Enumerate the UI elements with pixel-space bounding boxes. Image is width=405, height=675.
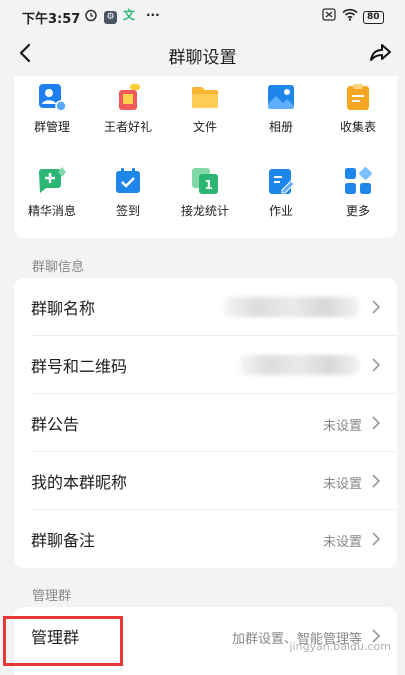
share-icon[interactable] — [369, 42, 393, 68]
group-manage-icon — [37, 82, 67, 112]
album-icon — [266, 82, 296, 112]
calendar-check-icon — [113, 166, 143, 196]
row-label: 群聊备注 — [31, 531, 96, 550]
row-label: 我的本群昵称 — [31, 473, 128, 492]
row-label: 群聊名称 — [31, 299, 96, 318]
no-sim-icon — [322, 8, 336, 24]
app-label: 精华消息 — [27, 204, 76, 218]
svg-text:1: 1 — [204, 178, 212, 192]
highlight-box — [3, 616, 123, 666]
relay-icon: 1 — [190, 166, 220, 196]
status-time: 下午3:57 — [22, 12, 81, 27]
translate-notification-icon: 文 — [123, 8, 136, 22]
section-title-manage: 管理群 — [32, 589, 72, 604]
gift-icon — [113, 82, 143, 112]
chevron-right-icon — [371, 531, 381, 551]
row-value: 未设置 — [322, 419, 362, 434]
app-relay-stats[interactable]: 1 接龙统计 — [167, 166, 243, 219]
app-collect-form[interactable]: 收集表 — [320, 82, 396, 135]
row-label: 群号和二维码 — [31, 357, 128, 376]
row-label: 群公告 — [31, 415, 80, 434]
row-group-number-qrcode[interactable]: 群号和二维码 — [14, 336, 397, 394]
alarm-icon — [84, 8, 98, 25]
app-label: 作业 — [268, 204, 293, 218]
homework-icon — [266, 166, 296, 196]
folder-icon — [190, 82, 220, 112]
chevron-right-icon — [371, 357, 381, 377]
row-group-name[interactable]: 群聊名称 — [14, 278, 397, 336]
app-files[interactable]: 文件 — [167, 82, 243, 135]
app-label: 接龙统计 — [180, 204, 229, 218]
grid-more-icon — [343, 166, 373, 196]
more-notifications-icon: ··· — [146, 8, 160, 22]
app-label: 王者好礼 — [103, 120, 152, 134]
app-essence-messages[interactable]: 精华消息 — [14, 166, 90, 219]
clipboard-icon — [343, 82, 373, 112]
app-notification-icon: ⚙ — [104, 8, 117, 24]
row-value: 未设置 — [322, 477, 362, 492]
status-bar: 下午3:57 ⚙ 文 ··· 80 — [0, 0, 405, 32]
section-title-group-info: 群聊信息 — [32, 260, 85, 275]
page-title: 群聊设置 — [168, 48, 237, 68]
app-label: 更多 — [345, 204, 370, 218]
battery-icon: 80 — [363, 8, 384, 24]
watermark-text: jingyan.baidu.com — [289, 640, 391, 653]
app-label: 签到 — [115, 204, 140, 218]
app-album[interactable]: 相册 — [243, 82, 319, 135]
app-label: 收集表 — [339, 120, 376, 134]
app-homework[interactable]: 作业 — [243, 166, 319, 219]
chat-gem-icon — [37, 166, 67, 196]
app-group-manage[interactable]: 群管理 — [14, 82, 90, 135]
chevron-right-icon — [371, 299, 381, 319]
row-group-announcement[interactable]: 群公告 未设置 — [14, 394, 397, 452]
chevron-right-icon — [371, 415, 381, 435]
row-group-remark[interactable]: 群聊备注 未设置 — [14, 510, 397, 568]
nav-bar: 群聊设置 — [0, 32, 405, 76]
app-checkin[interactable]: 签到 — [90, 166, 166, 219]
row-my-group-nickname[interactable]: 我的本群昵称 未设置 — [14, 452, 397, 510]
app-label: 文件 — [192, 120, 217, 134]
app-gift[interactable]: 王者好礼 — [90, 82, 166, 135]
redacted-value — [224, 297, 359, 317]
app-more[interactable]: 更多 — [320, 166, 396, 219]
redacted-value — [240, 355, 359, 375]
group-apps-panel: 群管理 王者好礼 文件 相册 收集表 精华消息 签到 1 接龙统计 作业 更多 — [14, 76, 397, 238]
row-value: 未设置 — [322, 535, 362, 550]
wifi-icon — [342, 8, 358, 24]
app-label: 群管理 — [33, 120, 70, 134]
chevron-right-icon — [371, 473, 381, 493]
app-label: 相册 — [268, 120, 293, 134]
group-info-card: 群聊名称 群号和二维码 群公告 未设置 我的本群昵称 未设置 群聊备注 未设置 — [14, 278, 397, 568]
